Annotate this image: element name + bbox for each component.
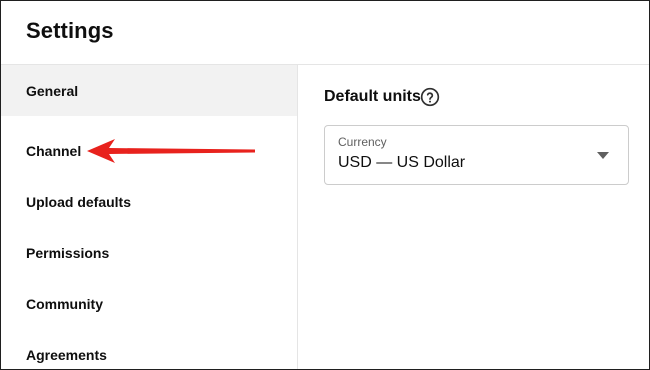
- currency-select-label: Currency: [338, 135, 387, 149]
- sidebar-item-channel[interactable]: Channel: [1, 125, 297, 176]
- currency-select-value: USD — US Dollar: [338, 154, 466, 171]
- page-title: Settings: [26, 18, 114, 43]
- sidebar-item-label: General: [26, 82, 79, 99]
- sidebar-item-label: Agreements: [26, 346, 107, 363]
- section-title: Default units: [324, 88, 421, 105]
- sidebar-item-agreements[interactable]: Agreements: [1, 329, 297, 369]
- sidebar-item-upload-defaults[interactable]: Upload defaults: [1, 176, 297, 227]
- sidebar-item-label: Permissions: [26, 244, 110, 261]
- settings-dialog: Settings General Channel Upload defaults…: [0, 0, 650, 370]
- sidebar-item-permissions[interactable]: Permissions: [1, 227, 297, 278]
- currency-select[interactable]: Currency USD — US Dollar: [324, 125, 629, 185]
- sidebar-item-label: Community: [26, 295, 103, 312]
- help-circle-icon[interactable]: [420, 87, 440, 107]
- sidebar-item-label: Upload defaults: [26, 193, 132, 210]
- settings-sidebar: General Channel Upload defaults Permissi…: [1, 65, 298, 369]
- sidebar-item-label: Channel: [26, 142, 82, 159]
- dropdown-arrow-icon: [597, 152, 609, 159]
- sidebar-item-community[interactable]: Community: [1, 278, 297, 329]
- settings-content: Default units Currency USD — US Dollar: [299, 65, 649, 369]
- settings-header: Settings: [1, 1, 649, 65]
- sidebar-item-general[interactable]: General: [1, 65, 297, 116]
